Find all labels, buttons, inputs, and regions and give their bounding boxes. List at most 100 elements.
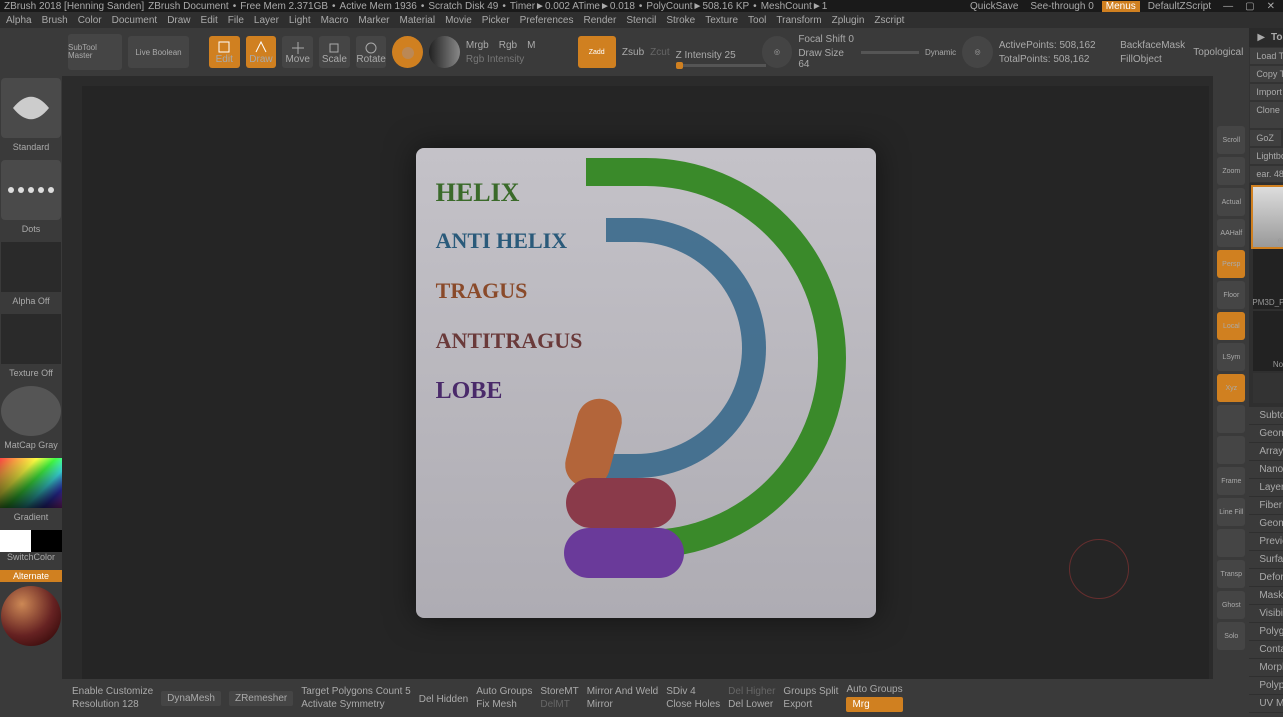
tool-btn[interactable]: Clone [1249,101,1283,129]
subpalette-arraymesh[interactable]: ArrayMesh [1249,443,1283,461]
subpalette-polygroups[interactable]: Polygroups [1249,623,1283,641]
subpalette-geometry-hd[interactable]: Geometry HD [1249,515,1283,533]
current-material[interactable] [1,586,61,646]
shelf-line fill[interactable]: Line Fill [1217,498,1245,526]
viewport[interactable]: HELIX ANTI HELIX TRAGUS ANTITRAGUS LOBE [82,86,1209,679]
gradient-icon[interactable] [429,36,460,68]
menu-item[interactable]: Brush [42,15,68,26]
menu-item[interactable]: Edit [201,15,218,26]
shelf-xyz[interactable]: Xyz [1217,374,1245,402]
menu-item[interactable]: Stencil [626,15,656,26]
tool-btn[interactable]: ear. 48 [1249,165,1283,183]
alpha-thumbnail[interactable] [1,242,61,292]
tool-thumb[interactable]: §SimpleBrush [1253,373,1283,403]
draw-size-slider[interactable] [861,51,919,54]
subpalette-masking[interactable]: Masking [1249,587,1283,605]
menu-item[interactable]: Light [289,15,311,26]
subpalette-geometry[interactable]: Geometry [1249,425,1283,443]
tool-row[interactable]: Lightbox►Tools [1249,147,1283,165]
shelf-local[interactable]: Local [1217,312,1245,340]
shelf-btn[interactable] [1217,405,1245,433]
tool-btn[interactable]: Copy Tool [1249,65,1283,83]
subpalette-subtool[interactable]: Subtool [1249,407,1283,425]
shelf-zoom[interactable]: Zoom [1217,157,1245,185]
menu-item[interactable]: Zscript [874,15,904,26]
menu-item[interactable]: Material [400,15,436,26]
shelf-btn[interactable] [1217,529,1245,557]
seethrough-slider[interactable]: See-through 0 [1026,1,1097,12]
subpalette-polypaint[interactable]: Polypaint [1249,677,1283,695]
material-thumbnail[interactable] [1,386,61,436]
menu-item[interactable]: Stroke [666,15,695,26]
menu-item[interactable]: Document [112,15,158,26]
scale-button[interactable]: Scale [319,36,350,68]
shelf-frame[interactable]: Frame [1217,467,1245,495]
alternate-button[interactable]: Alternate [0,570,62,582]
subpalette-visibility[interactable]: Visibility [1249,605,1283,623]
shelf-actual[interactable]: Actual [1217,188,1245,216]
subpalette-layers[interactable]: Layers [1249,479,1283,497]
zremesher-button[interactable]: ZRemesher [229,691,293,706]
menu-item[interactable]: Tool [748,15,766,26]
tool-btn[interactable]: Import [1249,83,1283,101]
shelf-btn[interactable] [1217,436,1245,464]
subpalette-contact[interactable]: Contact [1249,641,1283,659]
color-swatches[interactable] [0,530,62,552]
shelf-aahalf[interactable]: AAHalf [1217,219,1245,247]
shelf-solo[interactable]: Solo [1217,622,1245,650]
subpalette-texture-map[interactable]: Texture Map [1249,713,1283,717]
menu-item[interactable]: Transform [776,15,821,26]
menu-item[interactable]: Render [584,15,617,26]
menu-item[interactable]: Marker [358,15,389,26]
rotate-button[interactable]: Rotate [356,36,387,68]
subpalette-surface[interactable]: Surface [1249,551,1283,569]
shelf-persp[interactable]: Persp [1217,250,1245,278]
subpalette-preview[interactable]: Preview [1249,533,1283,551]
quicksave-button[interactable]: QuickSave [966,1,1022,12]
menu-item[interactable]: Color [78,15,102,26]
shelf-scroll[interactable]: Scroll [1217,126,1245,154]
tool-thumb[interactable]: Notes [1253,311,1283,371]
tool-thumb[interactable]: ear [1253,187,1283,247]
menu-item[interactable]: Preferences [520,15,574,26]
live-boolean-button[interactable]: Live Boolean [128,36,189,68]
menu-item[interactable]: Alpha [6,15,32,26]
window-min-icon[interactable]: — [1219,1,1237,12]
shelf-transp[interactable]: Transp [1217,560,1245,588]
menus-toggle[interactable]: Menus [1102,1,1140,12]
move-button[interactable]: Move [282,36,313,68]
window-close-icon[interactable]: ✕ [1263,1,1279,12]
zadd-button[interactable]: Zadd [578,36,616,68]
menu-item[interactable]: Layer [254,15,279,26]
subpalette-morph-target[interactable]: Morph Target [1249,659,1283,677]
tool-btn[interactable]: GoZ [1249,129,1282,147]
subpalette-uv-map[interactable]: UV Map [1249,695,1283,713]
tool-btn[interactable]: Load Tool [1249,47,1283,65]
subpalette-fibermesh[interactable]: FiberMesh [1249,497,1283,515]
menu-item[interactable]: Picker [482,15,510,26]
menu-item[interactable]: Movie [445,15,472,26]
menu-item[interactable]: Draw [167,15,190,26]
shelf-lsym[interactable]: LSym [1217,343,1245,371]
brush-thumbnail[interactable] [1,78,61,138]
default-zscript[interactable]: DefaultZScript [1144,1,1215,12]
shelf-floor[interactable]: Floor [1217,281,1245,309]
stroke-thumbnail[interactable] [1,160,61,220]
panel-pin-icon[interactable]: ▶ [1257,32,1265,43]
subpalette-nanomesh[interactable]: NanoMesh [1249,461,1283,479]
menu-item[interactable]: Zplugin [832,15,865,26]
menu-item[interactable]: Texture [705,15,738,26]
z-intensity-slider[interactable] [676,64,766,67]
shelf-ghost[interactable]: Ghost [1217,591,1245,619]
subpalette-deformation[interactable]: Deformation [1249,569,1283,587]
dynamic-icon[interactable]: ◎ [962,36,993,68]
tool-thumb[interactable]: PM3D_Plane3D1 [1253,249,1283,309]
subtool-master-button[interactable]: SubTool Master [68,34,122,70]
edit-button[interactable]: Edit [209,36,240,68]
menu-item[interactable]: Macro [321,15,349,26]
texture-thumbnail[interactable] [1,314,61,364]
dynamesh-button[interactable]: DynaMesh [161,691,221,706]
brush-icon[interactable] [392,36,423,68]
color-picker[interactable] [0,458,62,508]
window-max-icon[interactable]: ▢ [1241,1,1258,12]
